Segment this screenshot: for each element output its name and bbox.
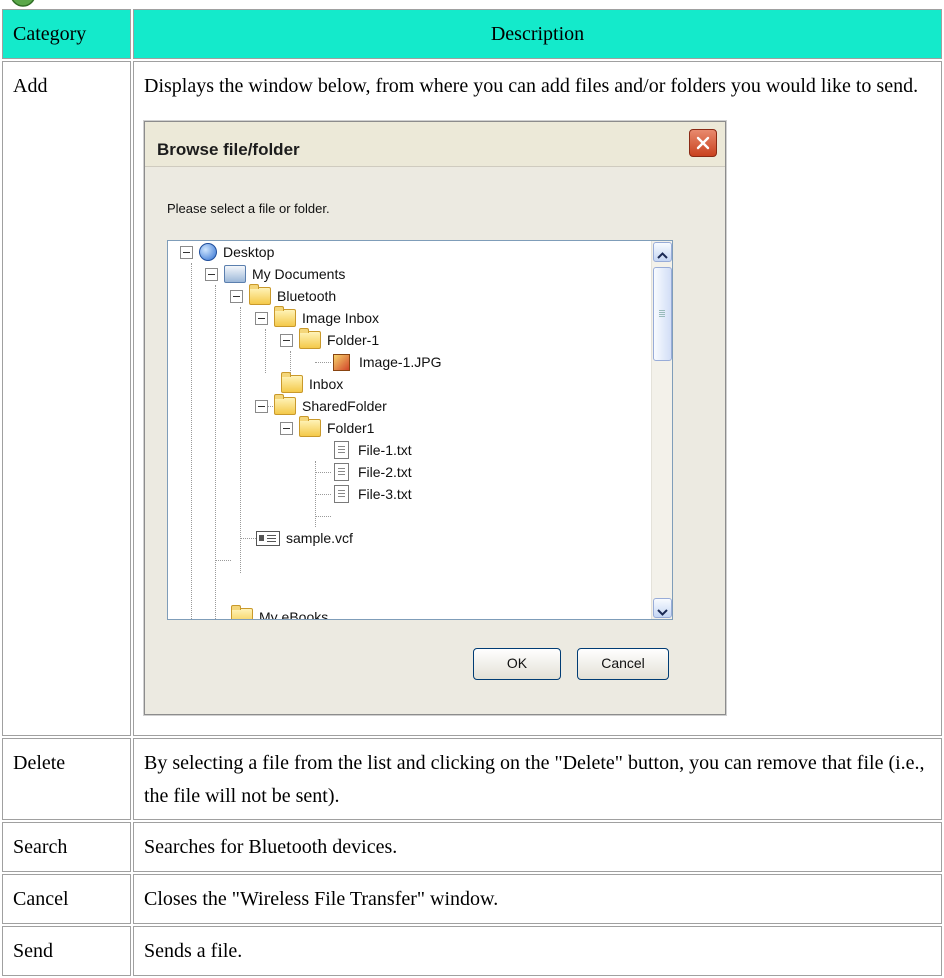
close-icon xyxy=(696,136,710,150)
tree-item-label: sample.vcf xyxy=(286,530,353,546)
tree-item-desktop[interactable]: Desktop xyxy=(180,241,274,263)
tree-item-label: My eBooks xyxy=(259,609,329,620)
scroll-down-button[interactable] xyxy=(653,598,672,618)
tree-item-file-3[interactable]: File-3.txt xyxy=(331,483,412,505)
header-category: Category xyxy=(2,9,131,59)
dialog-title: Browse file/folder xyxy=(157,140,300,159)
row-description: Displays the window below, from where yo… xyxy=(144,75,919,97)
table-row: Cancel Closes the "Wireless File Transfe… xyxy=(2,874,942,924)
tree-item-shared-folder[interactable]: SharedFolder xyxy=(255,394,387,417)
row-description-cell: Displays the window below, from where yo… xyxy=(133,61,942,736)
tree-item-label: File-2.txt xyxy=(358,464,412,480)
collapse-icon[interactable] xyxy=(255,311,268,325)
row-description: Sends a file. xyxy=(133,926,942,976)
tree-item-label: Folder1 xyxy=(327,420,375,436)
tree-item-label: Bluetooth xyxy=(277,288,337,304)
cancel-button[interactable]: Cancel xyxy=(577,648,669,680)
folder-icon xyxy=(231,605,253,619)
row-category: Delete xyxy=(2,738,131,820)
browse-dialog: Browse file/folder Please select a file … xyxy=(144,121,726,715)
tree-item-label: File-1.txt xyxy=(358,442,412,458)
tree-item-label: Image-1.JPG xyxy=(359,354,442,370)
text-file-icon xyxy=(334,485,349,503)
ok-button[interactable]: OK xyxy=(473,648,561,680)
help-table: Category Description Add Displays the wi… xyxy=(0,7,944,978)
row-category: Search xyxy=(2,822,131,872)
table-row: Search Searches for Bluetooth devices. xyxy=(2,822,942,872)
tree-item-folder1[interactable]: Folder1 xyxy=(280,416,375,439)
tree-item-inbox[interactable]: Inbox xyxy=(281,372,344,395)
desktop-icon xyxy=(199,243,217,261)
folder-icon xyxy=(299,328,321,349)
my-documents-icon xyxy=(224,265,246,283)
tree-item-my-documents[interactable]: My Documents xyxy=(205,263,345,285)
row-description: Closes the "Wireless File Transfer" wind… xyxy=(133,874,942,924)
folder-tree[interactable]: Desktop My Documents Bluetooth Image Inb… xyxy=(167,240,673,620)
table-row: Delete By selecting a file from the list… xyxy=(2,738,942,820)
tree-item-image-1[interactable]: Image-1.JPG xyxy=(331,351,441,373)
collapse-icon[interactable] xyxy=(230,289,243,303)
folder-icon xyxy=(281,372,303,393)
table-row: Send Sends a file. xyxy=(2,926,942,976)
folder-icon xyxy=(274,306,296,327)
table-header-row: Category Description xyxy=(2,9,942,59)
dialog-prompt: Please select a file or folder. xyxy=(167,201,330,216)
tree-item-label: Desktop xyxy=(223,244,275,260)
tree-item-file-1[interactable]: File-1.txt xyxy=(331,439,412,461)
tree-item-bluetooth[interactable]: Bluetooth xyxy=(230,284,337,307)
tree-item-label: Folder-1 xyxy=(327,332,380,348)
folder-icon xyxy=(249,284,271,305)
tree-item-folder-1[interactable]: Folder-1 xyxy=(280,328,380,351)
row-category: Add xyxy=(2,61,131,736)
collapse-icon[interactable] xyxy=(180,245,193,259)
image-file-icon xyxy=(333,353,350,371)
tree-item-file-2[interactable]: File-2.txt xyxy=(331,461,412,483)
tree-item-label: My Documents xyxy=(252,266,346,282)
chevron-up-icon xyxy=(657,252,668,259)
row-category: Send xyxy=(2,926,131,976)
row-description: Searches for Bluetooth devices. xyxy=(133,822,942,872)
scroll-up-button[interactable] xyxy=(653,242,672,262)
tree-item-my-ebooks[interactable]: My eBooks xyxy=(231,605,329,620)
row-category: Cancel xyxy=(2,874,131,924)
text-file-icon xyxy=(334,463,349,481)
collapse-icon[interactable] xyxy=(280,333,293,347)
tree-item-sample-vcf[interactable]: sample.vcf xyxy=(256,527,353,549)
scroll-thumb[interactable] xyxy=(653,267,672,361)
tree-item-image-inbox[interactable]: Image Inbox xyxy=(255,306,380,329)
collapse-icon[interactable] xyxy=(255,399,268,413)
vcard-file-icon xyxy=(256,530,280,546)
tree-item-label: SharedFolder xyxy=(302,398,387,414)
tree-item-label: Image Inbox xyxy=(302,310,380,326)
folder-icon xyxy=(299,416,321,437)
dialog-title-bar: Browse file/folder xyxy=(145,122,725,167)
dialog-close-button[interactable] xyxy=(689,129,717,157)
tree-item-label: File-3.txt xyxy=(358,486,412,502)
collapse-icon[interactable] xyxy=(205,267,218,281)
tree-item-label: Inbox xyxy=(309,376,344,392)
chevron-down-icon xyxy=(657,609,668,616)
text-file-icon xyxy=(334,441,349,459)
collapse-icon[interactable] xyxy=(280,421,293,435)
tree-scrollbar[interactable] xyxy=(651,241,672,619)
folder-icon xyxy=(274,394,296,415)
table-row: Add Displays the window below, from wher… xyxy=(2,61,942,736)
row-description: By selecting a file from the list and cl… xyxy=(133,738,942,820)
header-description: Description xyxy=(133,9,942,59)
